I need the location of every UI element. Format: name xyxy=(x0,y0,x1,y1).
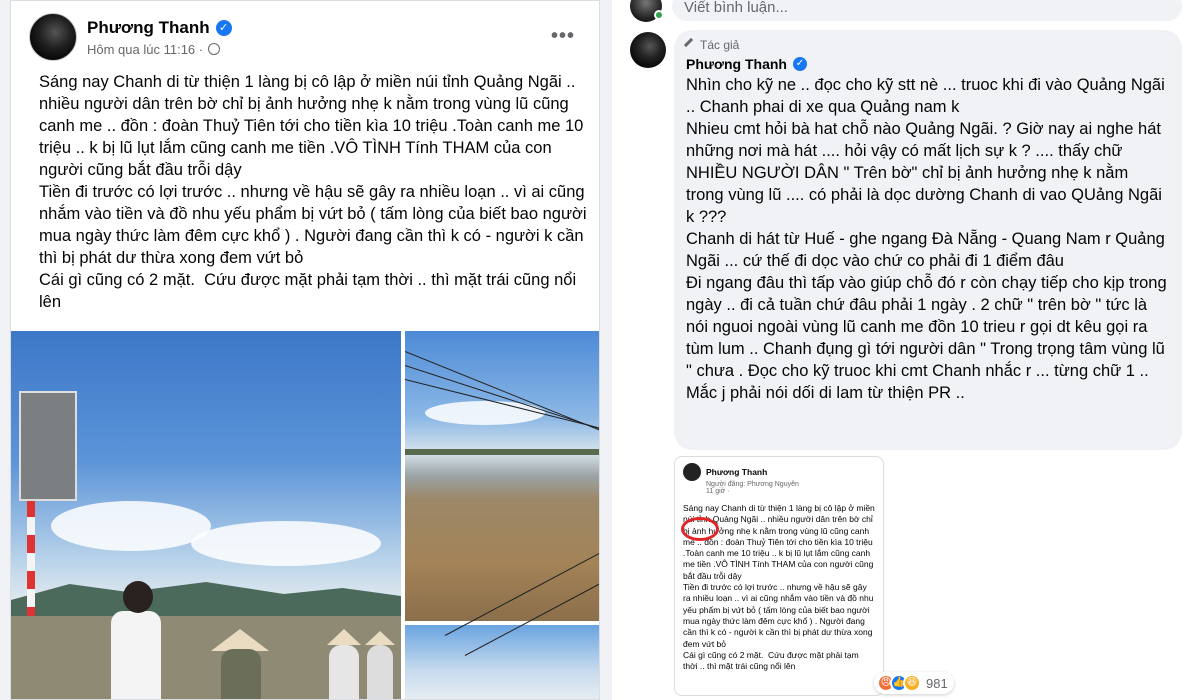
highlight-circle xyxy=(681,517,719,541)
haha-icon: 😆 xyxy=(903,674,921,692)
post-header: Phương Thanh ✓ Hôm qua lúc 11:16 · xyxy=(29,13,232,61)
comment-thread: Viết bình luận... Tác giả Phương Thanh ✓… xyxy=(612,0,1200,700)
verified-badge-icon: ✓ xyxy=(792,57,807,71)
post-paragraph: Tiền đi trước có lợi trước .. nhưng về h… xyxy=(39,183,592,267)
comment-paragraph: Nhìn cho kỹ ne .. đọc cho kỹ stt nè ... … xyxy=(686,76,1170,116)
screenshot-avatar xyxy=(683,463,701,481)
post-timestamp[interactable]: Hôm qua lúc 11:16 · xyxy=(87,42,203,57)
viewer-avatar[interactable] xyxy=(630,0,664,22)
photo-sky[interactable] xyxy=(405,550,599,699)
photo-main[interactable] xyxy=(11,331,401,699)
commenter-avatar[interactable] xyxy=(630,32,666,68)
comment-author[interactable]: Phương Thanh ✓ xyxy=(686,56,1170,72)
author-tag: Tác giả xyxy=(683,37,1170,53)
comment-paragraph: Chanh di hát từ Huế - ghe ngang Đà Nẵng … xyxy=(686,230,1170,270)
author-avatar[interactable] xyxy=(29,13,77,61)
comment-composer: Viết bình luận... xyxy=(630,0,1182,22)
reaction-count: 981 xyxy=(926,675,948,691)
screenshot-shared-by: Người đăng: Phương Nguyên xyxy=(706,481,799,488)
screenshot-paragraph: Sáng nay Chanh di từ thiện 1 làng bị cô … xyxy=(683,503,878,581)
road-sign xyxy=(19,391,77,501)
post-text: Sáng nay Chanh di từ thiện 1 làng bị cô … xyxy=(39,71,589,313)
post-photos xyxy=(11,331,599,699)
comment-author-name[interactable]: Phương Thanh xyxy=(686,56,787,72)
screen: Phương Thanh ✓ Hôm qua lúc 11:16 · ••• S… xyxy=(0,0,1200,700)
post-author-name[interactable]: Phương Thanh xyxy=(87,18,210,38)
screenshot-author: Phương Thanh xyxy=(706,467,768,477)
post-author[interactable]: Phương Thanh ✓ xyxy=(87,18,232,38)
comment-paragraph: Mắc j phải nói dối di lam từ thiện PR .. xyxy=(686,384,965,402)
post-meta: Hôm qua lúc 11:16 · xyxy=(87,42,232,57)
facebook-post: Phương Thanh ✓ Hôm qua lúc 11:16 · ••• S… xyxy=(10,0,600,700)
author-tag-label: Tác giả xyxy=(700,38,740,52)
more-options-button[interactable]: ••• xyxy=(551,25,575,48)
verified-badge-icon: ✓ xyxy=(215,19,232,36)
screenshot-time: 11 giờ · xyxy=(706,488,730,495)
comment-input[interactable]: Viết bình luận... xyxy=(672,0,1182,21)
screenshot-paragraph: Cái gì cũng có 2 mặt. Cứu được mặt phải … xyxy=(683,649,862,672)
comment-paragraph: Đi ngang đâu thì tấp vào giúp chỗ đó r c… xyxy=(686,274,1172,380)
post-paragraph: Cái gì cũng có 2 mặt. Cứu được mặt phải … xyxy=(39,271,581,311)
post-paragraph: Sáng nay Chanh di từ thiện 1 làng bị cô … xyxy=(39,73,588,179)
comment-text: Nhìn cho kỹ ne .. đọc cho kỹ stt nè ... … xyxy=(686,74,1170,404)
screenshot-paragraph: Tiền đi trước có lợi trước .. nhưng về h… xyxy=(683,582,876,649)
screenshot-header: Phương Thanh xyxy=(683,463,875,481)
pen-icon xyxy=(683,37,699,53)
comment-paragraph: Nhieu cmt hỏi bà hat chỗ nào Quảng Ngãi.… xyxy=(686,120,1167,226)
attached-screenshot[interactable]: Phương Thanh Người đăng: Phương Nguyên 1… xyxy=(674,456,884,696)
reaction-summary[interactable]: 😠 👍 😆 981 xyxy=(874,672,954,694)
comment-bubble: Tác giả Phương Thanh ✓ Nhìn cho kỹ ne ..… xyxy=(674,30,1182,450)
online-status-icon xyxy=(654,10,664,20)
photo-flood[interactable] xyxy=(405,331,599,621)
globe-icon xyxy=(208,43,221,55)
